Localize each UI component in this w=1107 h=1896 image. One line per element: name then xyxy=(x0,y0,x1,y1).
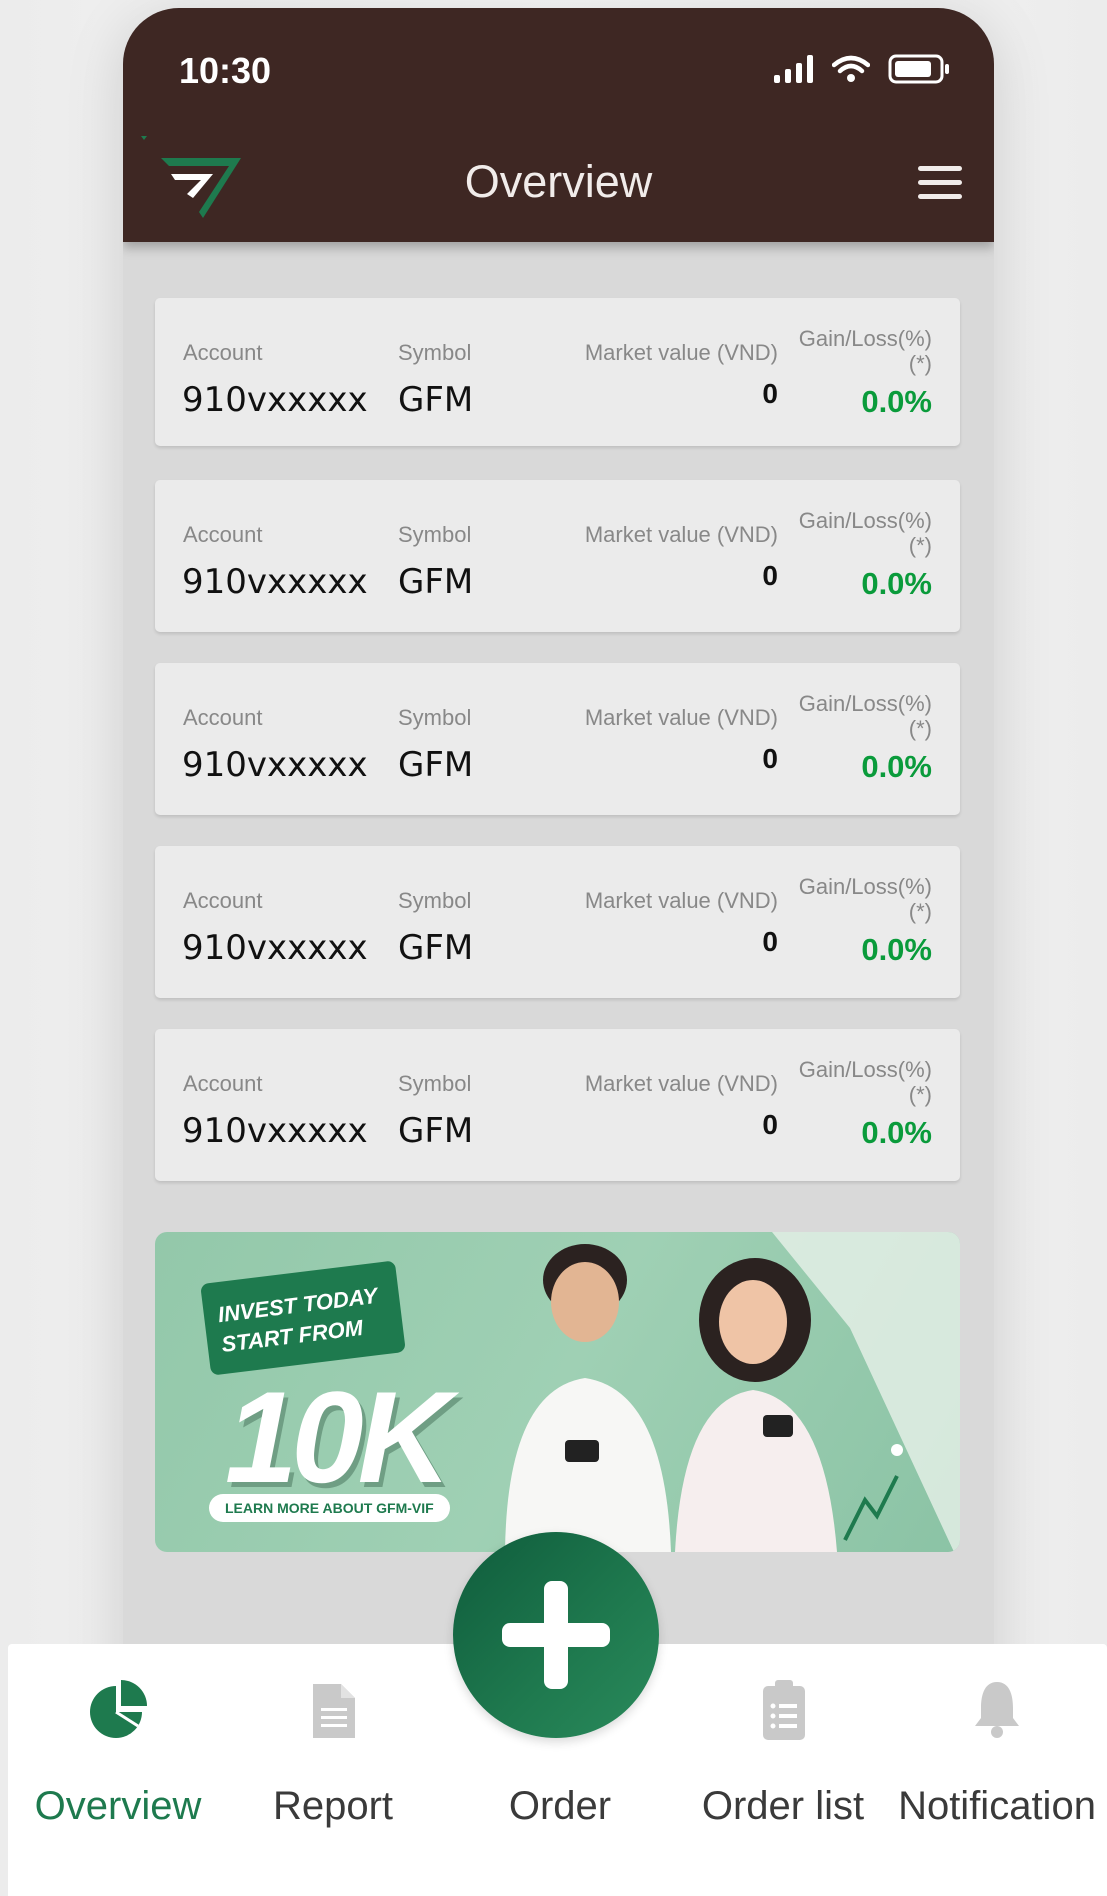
nav-label: Report xyxy=(272,1784,394,1828)
gain-loss-value: 0.0% xyxy=(861,749,932,784)
account-label: Account xyxy=(183,705,263,730)
account-number: 910vxxxxx xyxy=(182,1111,368,1151)
account-card-list: Account Symbol Market value (VND) Gain/L… xyxy=(155,298,960,1212)
fund-symbol: GFM xyxy=(398,745,474,785)
clipboard-list-icon xyxy=(763,1680,805,1740)
document-icon xyxy=(313,1684,355,1738)
account-label: Account xyxy=(183,888,263,913)
learn-more-button[interactable]: LEARN MORE ABOUT GFM-VIF xyxy=(209,1494,450,1522)
banner-tagline: INVEST TODAY START FROM xyxy=(200,1260,406,1376)
people-with-phones-illustration xyxy=(505,1244,903,1552)
fund-symbol: GFM xyxy=(398,562,474,602)
status-icons xyxy=(774,54,950,84)
market-value: 0 xyxy=(762,1109,778,1140)
hamburger-menu-icon[interactable] xyxy=(918,166,962,200)
account-card[interactable]: Account Symbol Market value (VND) Gain/L… xyxy=(155,480,960,632)
account-label: Account xyxy=(183,1071,263,1096)
market-value-label: Market value (VND) xyxy=(584,340,778,365)
account-label: Account xyxy=(183,522,263,547)
nav-label: Order xyxy=(508,1784,612,1828)
gain-loss-value: 0.0% xyxy=(861,384,932,419)
gain-loss-label: Gain/Loss(%) (*) xyxy=(798,874,932,924)
status-time: 10:30 xyxy=(179,50,272,91)
fund-symbol: GFM xyxy=(398,380,474,420)
nav-label: Notification xyxy=(898,1784,1096,1828)
account-number: 910vxxxxx xyxy=(182,745,368,785)
market-value: 0 xyxy=(762,926,778,957)
fund-symbol: GFM xyxy=(398,928,474,968)
page-title: Overview xyxy=(464,156,653,207)
symbol-label: Symbol xyxy=(398,340,472,365)
market-value: 0 xyxy=(762,743,778,774)
app-header: 10:30 Overview xyxy=(123,8,994,242)
gain-loss-value: 0.0% xyxy=(861,566,932,601)
account-label: Account xyxy=(183,340,263,365)
market-value: 0 xyxy=(762,560,778,591)
gain-loss-value: 0.0% xyxy=(861,932,932,967)
account-number: 910vxxxxx xyxy=(182,928,368,968)
bell-icon xyxy=(975,1682,1019,1738)
account-card[interactable]: Account Symbol Market value (VND) Gain/L… xyxy=(155,1029,960,1181)
pie-chart-icon xyxy=(90,1680,147,1738)
add-order-button[interactable] xyxy=(453,1532,659,1738)
account-card[interactable]: Account Symbol Market value (VND) Gain/L… xyxy=(155,846,960,998)
symbol-label: Symbol xyxy=(398,1071,472,1096)
market-value-label: Market value (VND) xyxy=(584,1071,778,1096)
gain-loss-label: Gain/Loss(%) (*) xyxy=(798,326,932,376)
account-card[interactable]: Account Symbol Market value (VND) Gain/L… xyxy=(155,298,960,446)
market-value-label: Market value (VND) xyxy=(584,522,778,547)
market-value: 0 xyxy=(762,378,778,409)
promo-banner[interactable]: INVEST TODAY START FROM 10K LEARN MORE A… xyxy=(155,1232,960,1552)
gain-loss-label: Gain/Loss(%) (*) xyxy=(798,691,932,741)
gain-loss-label: Gain/Loss(%) (*) xyxy=(798,508,932,558)
plus-icon xyxy=(502,1581,610,1689)
wifi-icon xyxy=(832,55,870,82)
market-value-label: Market value (VND) xyxy=(584,705,778,730)
nav-label: Order list xyxy=(701,1784,865,1828)
banner-amount: 10K xyxy=(225,1364,451,1510)
nav-label: Overview xyxy=(34,1784,202,1828)
signal-icon xyxy=(774,55,813,83)
battery-icon xyxy=(888,54,949,84)
symbol-label: Symbol xyxy=(398,522,472,547)
gain-loss-value: 0.0% xyxy=(861,1115,932,1150)
phone-frame: 10:30 Overview Account Symbol Market val… xyxy=(123,8,994,1748)
market-value-label: Market value (VND) xyxy=(584,888,778,913)
account-number: 910vxxxxx xyxy=(182,380,368,420)
symbol-label: Symbol xyxy=(398,888,472,913)
fund-symbol: GFM xyxy=(398,1111,474,1151)
account-card[interactable]: Account Symbol Market value (VND) Gain/L… xyxy=(155,663,960,815)
gain-loss-label: Gain/Loss(%) (*) xyxy=(798,1057,932,1107)
account-number: 910vxxxxx xyxy=(182,562,368,602)
symbol-label: Symbol xyxy=(398,705,472,730)
